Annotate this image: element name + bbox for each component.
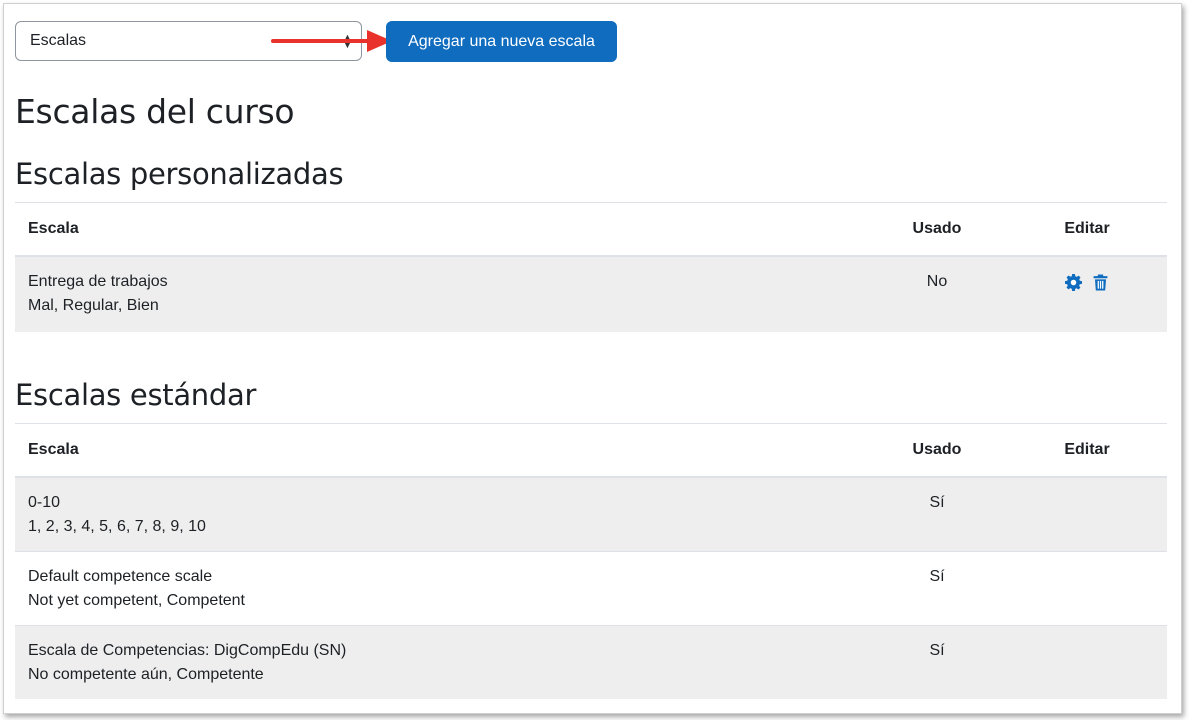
gear-icon[interactable] [1065,274,1082,291]
table-row: Escala de Competencias: DigCompEdu (SN) … [15,625,1167,699]
scales-select-value: Escalas [30,32,87,49]
scale-items: Mal, Regular, Bien [28,297,159,314]
scale-used: No [867,255,1007,332]
custom-scales-heading: Escalas personalizadas [15,157,344,191]
col-header-scale: Escala [15,202,867,257]
custom-scales-table: Escala Usado Editar Entrega de trabajos … [15,202,1167,332]
scale-items: Not yet competent, Competent [28,592,245,609]
col-header-scale: Escala [15,423,867,478]
scale-used: Sí [867,476,1007,552]
scale-items: 1, 2, 3, 4, 5, 6, 7, 8, 9, 10 [28,518,206,535]
scale-name: 0-10 [28,494,61,511]
scale-name: Default competence scale [28,568,213,585]
scale-used: Sí [867,551,1007,626]
trash-icon[interactable] [1092,274,1109,291]
standard-scales-table: Escala Usado Editar 0-10 1, 2, 3, 4, 5, … [15,423,1167,699]
edit-actions [1007,255,1167,332]
page-frame: Escalas ▲ ▼ Agregar una nueva escala Esca… [3,3,1182,714]
col-header-used: Usado [867,202,1007,257]
edit-actions [1007,625,1167,699]
table-row: Default competence scale Not yet compete… [15,551,1167,626]
standard-scales-heading: Escalas estándar [15,378,257,412]
scale-used: Sí [867,625,1007,699]
col-header-used: Usado [867,423,1007,478]
scale-name: Entrega de trabajos [28,273,168,290]
scale-name: Escala de Competencias: DigCompEdu (SN) [28,642,347,659]
table-row: Entrega de trabajos Mal, Regular, Bien N… [15,255,1167,332]
edit-actions [1007,476,1167,552]
page-title: Escalas del curso [15,92,295,131]
edit-actions [1007,551,1167,626]
col-header-edit: Editar [1007,202,1167,257]
scale-items: No competente aún, Competente [28,666,264,683]
table-row: 0-10 1, 2, 3, 4, 5, 6, 7, 8, 9, 10 Sí [15,476,1167,552]
red-arrow-icon [271,30,392,52]
add-scale-button[interactable]: Agregar una nueva escala [386,21,617,62]
col-header-edit: Editar [1007,423,1167,478]
